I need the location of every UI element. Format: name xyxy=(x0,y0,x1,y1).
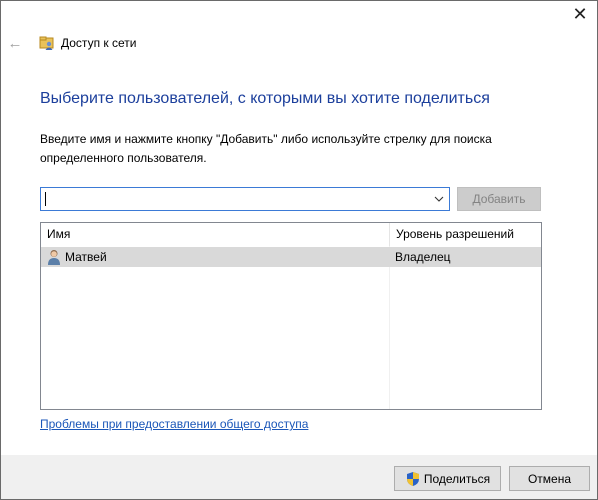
back-arrow-icon: ← xyxy=(7,34,23,52)
title-bar: Доступ к сети xyxy=(39,35,136,51)
close-button[interactable]: ✕ xyxy=(563,1,597,27)
sharing-problems-link[interactable]: Проблемы при предоставлении общего досту… xyxy=(40,417,308,431)
cancel-button[interactable]: Отмена xyxy=(509,466,590,491)
share-button-label: Поделиться xyxy=(423,471,491,486)
add-button[interactable]: Добавить xyxy=(457,187,541,211)
column-header-permission[interactable]: Уровень разрешений xyxy=(389,223,541,246)
column-divider xyxy=(389,246,390,409)
list-row-user[interactable]: Матвей Владелец xyxy=(41,247,541,267)
list-header: Имя Уровень разрешений xyxy=(41,223,541,246)
text-caret xyxy=(45,192,46,206)
back-button[interactable]: ← xyxy=(5,33,25,53)
chevron-down-icon[interactable] xyxy=(433,191,445,207)
row-name-cell: Матвей xyxy=(47,247,107,267)
dialog-footer xyxy=(1,455,597,499)
user-permission[interactable]: Владелец xyxy=(395,247,451,267)
uac-shield-icon xyxy=(406,471,419,486)
window-title: Доступ к сети xyxy=(61,36,137,50)
user-name-combobox[interactable] xyxy=(40,187,450,211)
network-share-icon xyxy=(39,36,54,50)
sharing-dialog: ✕ ← Доступ к сети Выберите пользователей… xyxy=(0,0,598,500)
user-name: Матвей xyxy=(65,250,107,264)
users-list[interactable]: Имя Уровень разрешений Матвей Владелец xyxy=(40,222,542,410)
share-button[interactable]: Поделиться xyxy=(394,466,501,491)
page-heading: Выберите пользователей, с которыми вы хо… xyxy=(40,90,490,107)
close-icon: ✕ xyxy=(572,3,588,24)
column-header-name[interactable]: Имя xyxy=(41,223,389,246)
user-icon xyxy=(48,250,60,265)
instruction-text: Введите имя и нажмите кнопку "Добавить" … xyxy=(40,132,492,165)
